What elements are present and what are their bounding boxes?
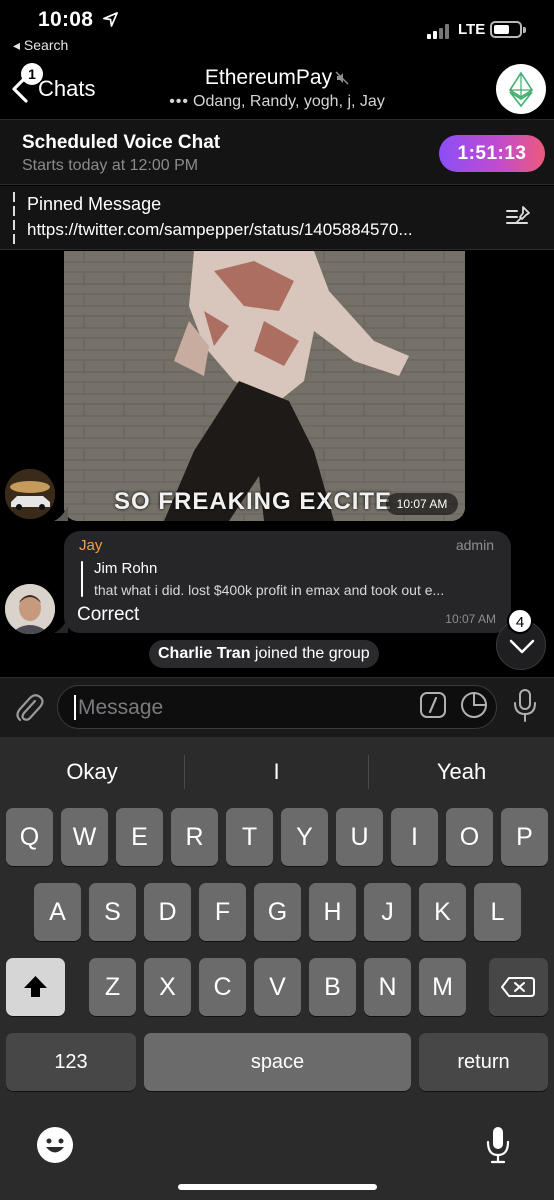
status-bar: 10:08 ◂ Search LTE xyxy=(0,0,554,60)
emoji-icon xyxy=(46,1138,64,1153)
key-j[interactable]: J xyxy=(364,883,411,941)
typing-dots: ••• xyxy=(169,93,189,110)
keyboard: Okay I Yeah Q W E R T Y U I O P A S D F … xyxy=(0,737,554,1200)
pinned-text: https://twitter.com/sampepper/status/140… xyxy=(27,220,413,239)
chat-title-text: EthereumPay xyxy=(204,66,333,89)
pin-list-icon[interactable] xyxy=(505,203,535,231)
key-l[interactable]: L xyxy=(474,883,521,941)
typing-indicator: ••• Odang, Randy, yogh, j, Jay xyxy=(0,93,554,111)
dictation-microphone-icon[interactable] xyxy=(485,1125,511,1165)
joined-user-name[interactable]: Charlie Tran xyxy=(158,645,250,662)
avatar[interactable] xyxy=(5,584,55,634)
key-v[interactable]: V xyxy=(254,958,301,1016)
numbers-key[interactable]: 123 xyxy=(6,1033,136,1091)
mute-icon xyxy=(335,71,349,85)
pinned-indicator-line xyxy=(13,192,15,244)
location-arrow-icon xyxy=(103,12,118,27)
unread-mentions-badge: 4 xyxy=(507,608,533,634)
avatar[interactable] xyxy=(5,469,55,519)
network-type: LTE xyxy=(458,21,486,38)
message-author[interactable]: Jay xyxy=(79,537,102,554)
reply-quote-line xyxy=(81,561,83,597)
gif-message[interactable]: SO FREAKING EXCITE 10:07 AM xyxy=(64,251,465,521)
key-n[interactable]: N xyxy=(364,958,411,1016)
gif-image xyxy=(64,251,465,521)
backspace-key[interactable] xyxy=(489,958,548,1016)
home-indicator[interactable] xyxy=(178,1184,377,1190)
pinned-message-bar[interactable]: Pinned Message https://twitter.com/sampe… xyxy=(0,186,554,250)
message-timestamp: 10:07 AM xyxy=(445,612,496,626)
key-x[interactable]: X xyxy=(144,958,191,1016)
service-action: joined the group xyxy=(250,645,370,662)
avatar-person-image xyxy=(5,584,55,634)
command-icon[interactable] xyxy=(419,691,447,719)
backspace-icon xyxy=(501,977,535,997)
voice-chat-title: Scheduled Voice Chat xyxy=(22,132,221,153)
key-q[interactable]: Q xyxy=(6,808,53,866)
quoted-text[interactable]: that what i did. lost $400k profit in em… xyxy=(94,582,499,598)
key-h[interactable]: H xyxy=(309,883,356,941)
key-a[interactable]: A xyxy=(34,883,81,941)
message-bubble-reply[interactable]: Jay admin Jim Rohn that what i did. lost… xyxy=(64,531,511,633)
service-message-joined: Charlie Tran joined the group xyxy=(149,640,379,668)
key-e[interactable]: E xyxy=(116,808,163,866)
suggestion-2[interactable]: I xyxy=(185,737,368,807)
status-time: 10:08 xyxy=(38,8,94,31)
ethereum-logo-icon xyxy=(508,71,534,108)
key-u[interactable]: U xyxy=(336,808,383,866)
key-g[interactable]: G xyxy=(254,883,301,941)
typing-members: Odang, Randy, yogh, j, Jay xyxy=(193,93,385,110)
bubble-tail xyxy=(54,617,68,633)
key-i[interactable]: I xyxy=(391,808,438,866)
message-placeholder: Message xyxy=(78,696,164,719)
emoji-key[interactable] xyxy=(37,1127,73,1163)
key-s[interactable]: S xyxy=(89,883,136,941)
key-c[interactable]: C xyxy=(199,958,246,1016)
key-m[interactable]: M xyxy=(419,958,466,1016)
bubble-tail xyxy=(54,505,68,521)
space-key[interactable]: space xyxy=(144,1033,411,1091)
chat-header: 1 Chats EthereumPay ••• Odang, Randy, yog… xyxy=(0,60,554,118)
key-o[interactable]: O xyxy=(446,808,493,866)
gif-caption: SO FREAKING EXCITE xyxy=(114,488,393,515)
key-b[interactable]: B xyxy=(309,958,356,1016)
suggestion-3[interactable]: Yeah xyxy=(369,737,554,807)
back-to-search-link[interactable]: ◂ Search xyxy=(13,37,68,54)
signal-icon xyxy=(427,23,453,39)
key-k[interactable]: K xyxy=(419,883,466,941)
group-avatar-ethereum[interactable] xyxy=(496,64,546,114)
voice-chat-subtitle: Starts today at 12:00 PM xyxy=(22,157,199,174)
key-f[interactable]: F xyxy=(199,883,246,941)
message-text: Correct xyxy=(77,604,140,625)
chat-title[interactable]: EthereumPay xyxy=(0,66,554,90)
key-d[interactable]: D xyxy=(144,883,191,941)
voice-chat-countdown[interactable]: 1:51:13 xyxy=(439,135,545,172)
sticker-icon[interactable] xyxy=(459,690,489,720)
return-key[interactable]: return xyxy=(419,1033,548,1091)
quoted-author[interactable]: Jim Rohn xyxy=(94,560,157,577)
scheduled-voice-chat-bar[interactable]: Scheduled Voice Chat Starts today at 12:… xyxy=(0,119,554,185)
key-t[interactable]: T xyxy=(226,808,273,866)
message-list[interactable]: SO FREAKING EXCITE 10:07 AM Jay admin Ji… xyxy=(0,251,554,677)
shift-arrow-icon xyxy=(24,976,47,997)
microphone-icon[interactable] xyxy=(512,688,538,724)
battery-icon xyxy=(490,21,526,38)
key-y[interactable]: Y xyxy=(281,808,328,866)
pinned-title: Pinned Message xyxy=(27,194,162,214)
shift-key[interactable] xyxy=(6,958,65,1016)
key-z[interactable]: Z xyxy=(89,958,136,1016)
suggestion-1[interactable]: Okay xyxy=(0,737,184,807)
key-r[interactable]: R xyxy=(171,808,218,866)
admin-badge: admin xyxy=(455,537,494,553)
text-caret xyxy=(74,695,76,720)
key-w[interactable]: W xyxy=(61,808,108,866)
key-p[interactable]: P xyxy=(501,808,548,866)
avatar-car-image xyxy=(5,469,55,519)
gif-timestamp: 10:07 AM xyxy=(386,493,458,515)
paperclip-icon[interactable] xyxy=(13,691,45,725)
